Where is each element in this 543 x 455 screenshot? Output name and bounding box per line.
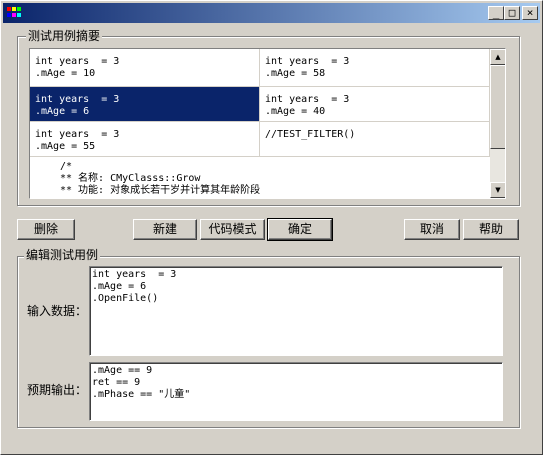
minimize-button[interactable]: _ [488, 6, 504, 20]
test-case-grid[interactable]: int years = 3 .mAge = 10 int years = 3 .… [29, 48, 506, 199]
grid-cell[interactable]: int years = 3 .mAge = 58 [260, 49, 490, 87]
grid-cell[interactable]: int years = 3 .mAge = 10 [30, 49, 260, 87]
delete-button[interactable]: 删除 [17, 219, 75, 240]
title-bar[interactable]: _ □ × [3, 3, 540, 23]
grid-cell-selected[interactable]: int years = 3 .mAge = 6 [30, 87, 260, 122]
grid-cell[interactable]: int years = 3 .mAge = 55 [30, 122, 260, 157]
grid-scrollbar[interactable]: ▲ ▼ [490, 49, 505, 198]
grid-cell[interactable]: int years = 3 .mAge = 40 [260, 87, 490, 122]
summary-group-label: 测试用例摘要 [26, 29, 103, 43]
grid-cell[interactable]: //TEST_FILTER() [260, 122, 490, 157]
dialog-window: _ □ × 测试用例摘要 int years = 3 .mAge = 10 in… [0, 0, 543, 455]
scroll-down-arrow-icon[interactable]: ▼ [490, 182, 505, 198]
expected-output-label: 预期输出： [27, 383, 88, 397]
maximize-button[interactable]: □ [504, 6, 520, 20]
scroll-up-arrow-icon[interactable]: ▲ [490, 49, 505, 65]
ok-button[interactable]: 确定 [267, 218, 333, 241]
input-data-textarea[interactable]: int years = 3 .mAge = 6 .OpenFile() [89, 266, 503, 356]
input-data-label: 输入数据： [27, 304, 88, 318]
help-button[interactable]: 帮助 [463, 219, 519, 240]
function-comment: /* ** 名称: CMyClasss::Grow ** 功能: 对象成长若干岁… [60, 161, 261, 196]
app-icon [6, 5, 22, 21]
cancel-button[interactable]: 取消 [404, 219, 460, 240]
code-mode-button[interactable]: 代码模式 [200, 219, 265, 240]
expected-output-textarea[interactable]: .mAge == 9 ret == 9 .mPhase == "儿童" [89, 362, 503, 421]
new-button[interactable]: 新建 [133, 219, 197, 240]
edit-group-label: 编辑测试用例 [24, 248, 101, 262]
close-button[interactable]: × [522, 6, 538, 20]
scroll-thumb[interactable] [490, 65, 505, 149]
